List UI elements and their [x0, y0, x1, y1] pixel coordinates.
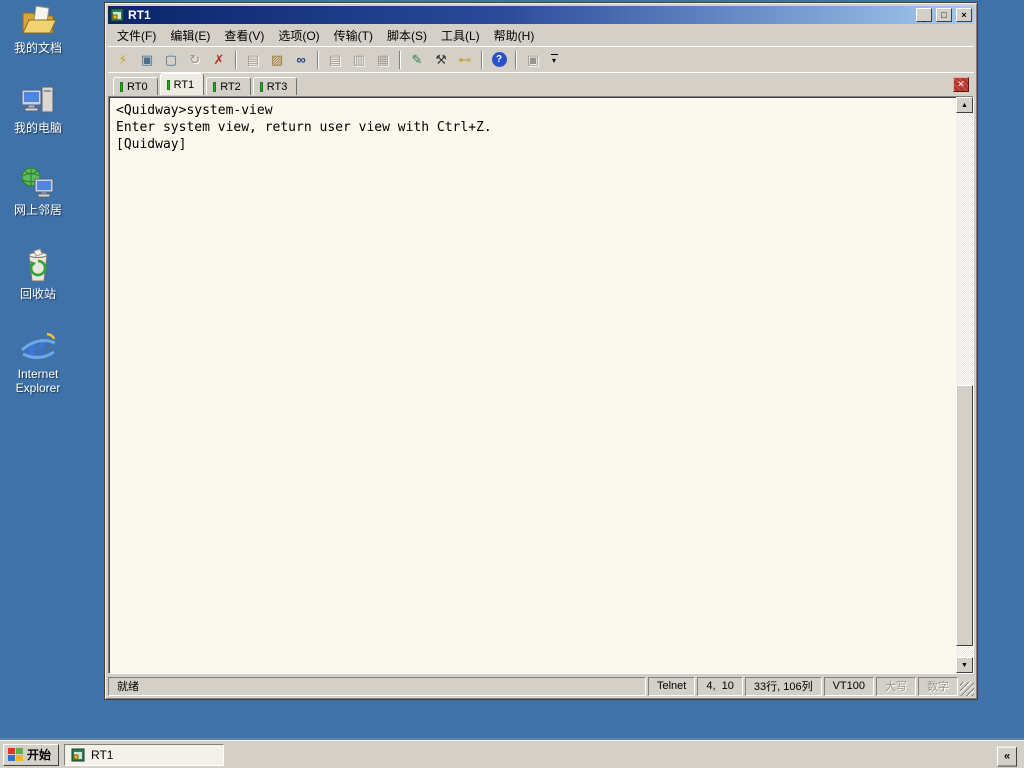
vertical-scrollbar[interactable]: ▲ ▼: [956, 97, 973, 673]
scroll-down-icon[interactable]: ▼: [956, 657, 973, 673]
terminal-app-window: RT1 _ □ × 文件(F) 编辑(E) 查看(V) 选项(O) 传输(T) …: [104, 2, 978, 700]
tray-collapse-icon[interactable]: «: [997, 746, 1017, 767]
connect-in-tab-icon[interactable]: ▢: [160, 50, 182, 70]
toolbar-separator: [317, 50, 319, 69]
toolbar-overflow-icon[interactable]: ▾: [548, 50, 560, 70]
tab-rt2[interactable]: RT2: [206, 77, 251, 95]
connected-indicator: [259, 81, 263, 92]
tab-label: RT2: [220, 80, 241, 93]
session-options-icon[interactable]: ✎: [406, 50, 428, 70]
desktop-icon-label: 回收站: [19, 287, 56, 301]
connected-indicator: [166, 79, 170, 90]
close-button[interactable]: ×: [956, 8, 972, 22]
status-num-lock: 数字: [918, 676, 958, 696]
desktop-icon-my-computer[interactable]: 我的电脑: [0, 84, 76, 135]
menu-transfer[interactable]: 传输(T): [327, 25, 380, 46]
connected-indicator: [120, 81, 123, 92]
status-screen-size: 33行, 106列: [744, 676, 822, 696]
app-icon: [71, 748, 85, 761]
terminal-area: <Quidway>system-view Enter system view, …: [108, 96, 974, 674]
disconnect-icon[interactable]: ✗: [208, 50, 230, 70]
window-title: RT1: [128, 8, 151, 22]
menu-tools[interactable]: 工具(L): [434, 25, 487, 46]
scrollbar-thumb[interactable]: [956, 385, 973, 647]
desktop-icon-my-documents[interactable]: 我的文档: [0, 4, 76, 55]
maximize-button[interactable]: □: [936, 8, 952, 22]
my-documents-icon: [22, 5, 57, 34]
find-icon[interactable]: ∞: [290, 50, 312, 70]
tab-rt3[interactable]: RT3: [252, 77, 298, 95]
taskbar: 开始 RT1 «: [0, 740, 1024, 768]
scroll-up-icon[interactable]: ▲: [956, 97, 973, 113]
internet-explorer-icon: e: [21, 329, 56, 364]
task-label: RT1: [91, 747, 114, 762]
connected-indicator: [213, 81, 217, 92]
activator-icon[interactable]: ▣: [522, 50, 544, 70]
menu-edit[interactable]: 编辑(E): [163, 25, 217, 46]
status-bar: 就绪 Telnet 4, 10 33行, 106列 VT100 大写 数字: [108, 674, 974, 696]
status-cursor-position: 4, 10: [697, 676, 743, 696]
reconnect-icon[interactable]: ↻: [184, 50, 206, 70]
tab-rt1[interactable]: RT1: [159, 73, 205, 95]
print-icon[interactable]: ▦: [372, 50, 394, 70]
toolbar-separator: [399, 50, 401, 69]
status-caps-lock: 大写: [876, 676, 916, 696]
desktop-icon-label: 我的电脑: [13, 121, 62, 135]
status-emulation: VT100: [823, 676, 874, 696]
recycle-bin-icon: [28, 248, 48, 282]
resize-grip-icon[interactable]: [960, 682, 974, 696]
desktop-icon-label: 我的文档: [13, 41, 62, 55]
desktop-icon-label: 网上邻居: [13, 203, 62, 217]
send-file-icon[interactable]: ▤: [324, 50, 346, 70]
status-ready: 就绪: [108, 676, 646, 696]
minimize-button[interactable]: _: [916, 8, 932, 22]
help-icon[interactable]: ?: [488, 50, 510, 70]
tab-label: RT3: [266, 80, 288, 93]
menu-file[interactable]: 文件(F): [110, 25, 163, 46]
desktop-icon-label: Internet Explorer: [15, 367, 61, 395]
quick-connect-icon[interactable]: ⚡: [112, 50, 134, 70]
tab-label: RT0: [127, 80, 148, 93]
menu-bar: 文件(F) 编辑(E) 查看(V) 选项(O) 传输(T) 脚本(S) 工具(L…: [108, 24, 974, 46]
menu-view[interactable]: 查看(V): [217, 25, 271, 46]
menu-help[interactable]: 帮助(H): [487, 25, 542, 46]
windows-logo-icon: [8, 747, 23, 762]
toolbar-separator: [481, 50, 483, 69]
key-generator-icon[interactable]: ⊷: [454, 50, 476, 70]
menu-options[interactable]: 选项(O): [271, 25, 326, 46]
desktop-icon-network-places[interactable]: 网上邻居: [0, 166, 76, 217]
tab-rt0[interactable]: RT0: [113, 77, 158, 95]
tab-label: RT1: [173, 78, 195, 91]
connect-icon[interactable]: ▣: [136, 50, 158, 70]
status-protocol: Telnet: [647, 676, 696, 696]
title-bar[interactable]: RT1 _ □ ×: [108, 6, 974, 24]
toolbar-separator: [235, 50, 237, 69]
start-button[interactable]: 开始: [3, 743, 60, 766]
taskbar-task-rt1[interactable]: RT1: [64, 743, 225, 766]
terminal-output[interactable]: <Quidway>system-view Enter system view, …: [109, 97, 956, 673]
my-computer-icon: [21, 86, 54, 113]
network-places-icon: [21, 167, 54, 198]
start-button-label: 开始: [27, 748, 52, 762]
paste-icon[interactable]: ▨: [266, 50, 288, 70]
toolbar: ⚡ ▣ ▢ ↻ ✗ ▤ ▨ ∞ ▤ ▥ ▦ ✎ ⚒ ⊷ ? ▣ ▾: [108, 46, 974, 72]
global-options-icon[interactable]: ⚒: [430, 50, 452, 70]
desktop-icon-recycle-bin[interactable]: 回收站: [0, 248, 76, 301]
copy-icon[interactable]: ▤: [242, 50, 264, 70]
desktop-icon-internet-explorer[interactable]: e Internet Explorer: [0, 328, 76, 395]
scrollbar-track[interactable]: [956, 113, 973, 657]
desktop: 我的文档 我的电脑 网上邻居 回收站 e Internet Explorer R…: [0, 0, 1024, 768]
menu-script[interactable]: 脚本(S): [380, 25, 434, 46]
close-tab-button[interactable]: ✕: [953, 76, 969, 92]
session-tab-bar: RT0 RT1 RT2 RT3 ✕: [108, 72, 974, 95]
receive-file-icon[interactable]: ▥: [348, 50, 370, 70]
app-icon: [110, 8, 124, 22]
toolbar-separator: [515, 50, 517, 69]
